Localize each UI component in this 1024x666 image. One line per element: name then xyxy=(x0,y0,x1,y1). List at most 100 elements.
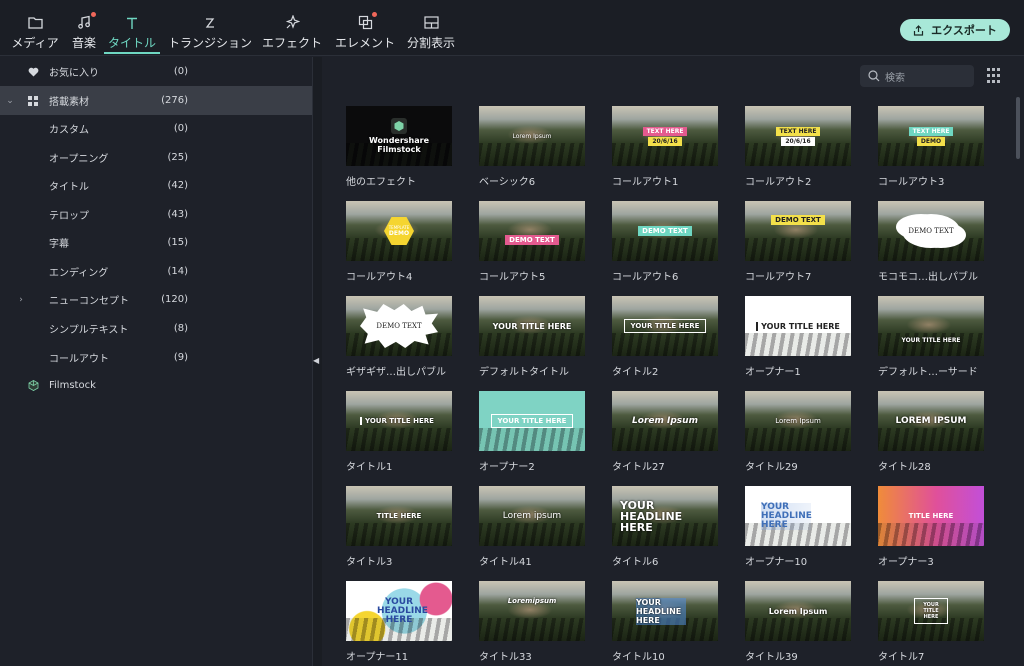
sidebar-item-filmstock[interactable]: Filmstock xyxy=(0,371,312,400)
thumbnail: YOUR TITLE HERE xyxy=(878,581,984,641)
title-card[interactable]: Lorem ipsum タイトル41 xyxy=(479,486,585,568)
tab-music[interactable]: 音楽 xyxy=(71,0,97,56)
sidebar-item-custom[interactable]: カスタム (0) xyxy=(0,114,312,143)
card-caption: タイトル41 xyxy=(479,557,532,568)
title-card[interactable]: TEXT HERE 20/6/16 コールアウト2 xyxy=(745,106,851,188)
filmstock-logo-icon xyxy=(26,379,40,393)
thumbnail: TEXT HERE DEMO xyxy=(878,106,984,166)
thumbnail-text: DEMO TEXT xyxy=(771,215,825,225)
sidebar-item-ending[interactable]: エンディング (14) xyxy=(0,257,312,286)
title-card[interactable]: YOUR HEADLINE HERE タイトル10 xyxy=(612,581,718,663)
thumbnail-subtext: 20/6/16 xyxy=(648,136,682,146)
title-card[interactable]: TEXT HERE DEMO コールアウト3 xyxy=(878,106,984,188)
sidebar-item-telop[interactable]: テロップ (43) xyxy=(0,200,312,229)
tab-label: エフェクト xyxy=(262,36,323,50)
grid-view-icon[interactable] xyxy=(987,68,1003,84)
sidebar-item-callout[interactable]: コールアウト (9) xyxy=(0,343,312,372)
card-caption: ギザギザ…出しパブル xyxy=(346,367,446,378)
sidebar-item-simple-text[interactable]: シンプルテキスト (8) xyxy=(0,314,312,343)
card-caption: タイトル3 xyxy=(346,557,393,568)
tab-titles[interactable]: タイトル xyxy=(104,0,160,56)
thumbnail: Lorem ipsum xyxy=(479,486,585,546)
thumbnail: YOUR TITLE HERE xyxy=(479,296,585,356)
card-caption: タイトル29 xyxy=(745,462,798,473)
title-card[interactable]: TEXT HERE 20/6/16 コールアウト1 xyxy=(612,106,718,188)
tab-label: 分割表示 xyxy=(407,36,456,50)
transition-icon xyxy=(203,14,217,31)
split-screen-icon xyxy=(423,14,439,31)
export-button[interactable]: エクスポート xyxy=(900,19,1010,41)
thumbnail: YOUR HEADLINE HERE xyxy=(346,581,452,641)
title-card[interactable]: Lorem Ipsum タイトル29 xyxy=(745,391,851,473)
top-toolbar: メディア 音楽 タイトル トランジション エフェクト エレメント 分割表示 エク… xyxy=(0,0,1024,56)
sidebar-item-count: (15) xyxy=(167,237,188,248)
title-card[interactable]: LOREM IPSUM タイトル28 xyxy=(878,391,984,473)
sidebar-item-favorites[interactable]: お気に入り (0) xyxy=(0,57,312,86)
thumbnail: DEMO TEXT xyxy=(346,296,452,356)
title-card[interactable]: TITLE HERE タイトル3 xyxy=(346,486,452,568)
thumbnail-text: LOREM IPSUM xyxy=(895,416,967,426)
card-caption: コールアウト2 xyxy=(745,177,812,188)
card-caption: タイトル1 xyxy=(346,462,393,473)
thumbnail-text: YOUR HEADLINE HERE xyxy=(761,501,812,530)
title-card[interactable]: YOUR TITLE HERE デフォルト…ーサード xyxy=(878,296,984,378)
title-card[interactable]: Lorem Ipsum タイトル27 xyxy=(612,391,718,473)
scrollbar[interactable] xyxy=(1016,97,1020,159)
title-card[interactable]: YOUR TITLE HERE タイトル1 xyxy=(346,391,452,473)
title-card[interactable]: DEMO TEXT コールアウト5 xyxy=(479,201,585,283)
sidebar-item-new-concept[interactable]: › ニューコンセプト (120) xyxy=(0,285,312,314)
title-card[interactable]: Lorem Ipsum ベーシック6 xyxy=(479,106,585,188)
title-card[interactable]: TITLE HERE オープナー3 xyxy=(878,486,984,568)
card-caption: タイトル6 xyxy=(612,557,659,568)
sidebar-item-opening[interactable]: オープニング (25) xyxy=(0,143,312,172)
card-caption: デフォルト…ーサード xyxy=(878,367,978,378)
chevron-down-icon[interactable]: ⌄ xyxy=(5,96,15,106)
search-box[interactable]: 検索 xyxy=(860,65,974,87)
thumbnail-text: YOUR TITLE HERE xyxy=(490,414,574,428)
chevron-right-icon[interactable]: › xyxy=(16,295,26,305)
tab-elements[interactable]: エレメント xyxy=(335,0,396,56)
thumbnail-text: Loremipsum xyxy=(507,597,557,605)
thumbnail-text: YOUR TITLE HERE xyxy=(360,417,434,425)
tab-label: エレメント xyxy=(335,36,396,50)
title-card[interactable]: DEMO TEXT ギザギザ…出しパブル xyxy=(346,296,452,378)
title-card[interactable]: YOUR HEADLINE HERE タイトル6 xyxy=(612,486,718,568)
title-card[interactable]: DEMO TEXT コールアウト6 xyxy=(612,201,718,283)
tab-transitions[interactable]: トランジション xyxy=(168,0,252,56)
card-caption: タイトル7 xyxy=(878,652,925,663)
sidebar-item-builtin[interactable]: ⌄ 搭載素材 (276) xyxy=(0,86,312,115)
title-card[interactable]: TEMPLATE DEMO コールアウト4 xyxy=(346,201,452,283)
title-card[interactable]: Wondershare Filmstock 他のエフェクト xyxy=(346,106,452,188)
sidebar-item-label: 搭載素材 xyxy=(49,97,89,108)
tab-effects[interactable]: エフェクト xyxy=(262,0,323,56)
title-card[interactable]: DEMO TEXT コールアウト7 xyxy=(745,201,851,283)
card-caption: モコモコ…出しパブル xyxy=(878,272,978,283)
sidebar-item-count: (25) xyxy=(167,152,188,163)
card-caption: デフォルトタイトル xyxy=(479,367,569,378)
title-card[interactable]: YOUR TITLE HERE タイトル2 xyxy=(612,296,718,378)
thumbnail-text: YOUR HEADLINE HERE xyxy=(636,597,686,625)
title-card[interactable]: YOUR HEADLINE HERE オープナー10 xyxy=(745,486,851,568)
tab-media[interactable]: メディア xyxy=(11,0,59,56)
search-input[interactable]: 検索 xyxy=(885,69,905,84)
title-card[interactable]: DEMO TEXT モコモコ…出しパブル xyxy=(878,201,984,283)
title-card[interactable]: YOUR TITLE HERE タイトル7 xyxy=(878,581,984,663)
thumbnail: TITLE HERE xyxy=(346,486,452,546)
title-card[interactable]: YOUR TITLE HERE オープナー2 xyxy=(479,391,585,473)
title-card[interactable]: Loremipsum タイトル33 xyxy=(479,581,585,663)
thumbnail-text: YOUR TITLE HERE xyxy=(901,337,961,344)
title-card[interactable]: Lorem Ipsum タイトル39 xyxy=(745,581,851,663)
sidebar-item-count: (0) xyxy=(173,123,188,134)
sidebar-item-subtitles[interactable]: 字幕 (15) xyxy=(0,228,312,257)
title-card[interactable]: YOUR TITLE HERE オープナー1 xyxy=(745,296,851,378)
title-card[interactable]: YOUR TITLE HERE デフォルトタイトル xyxy=(479,296,585,378)
card-caption: コールアウト3 xyxy=(878,177,945,188)
card-caption: コールアウト5 xyxy=(479,272,546,283)
sidebar-item-title[interactable]: タイトル (42) xyxy=(0,171,312,200)
card-caption: 他のエフェクト xyxy=(346,177,416,188)
grid-icon xyxy=(26,94,40,108)
thumbnail-text: Lorem Ipsum xyxy=(632,416,698,426)
title-card[interactable]: YOUR HEADLINE HERE オープナー11 xyxy=(346,581,452,663)
tab-split-screen[interactable]: 分割表示 xyxy=(407,0,456,56)
collapse-sidebar-icon[interactable]: ◀ xyxy=(313,356,319,365)
